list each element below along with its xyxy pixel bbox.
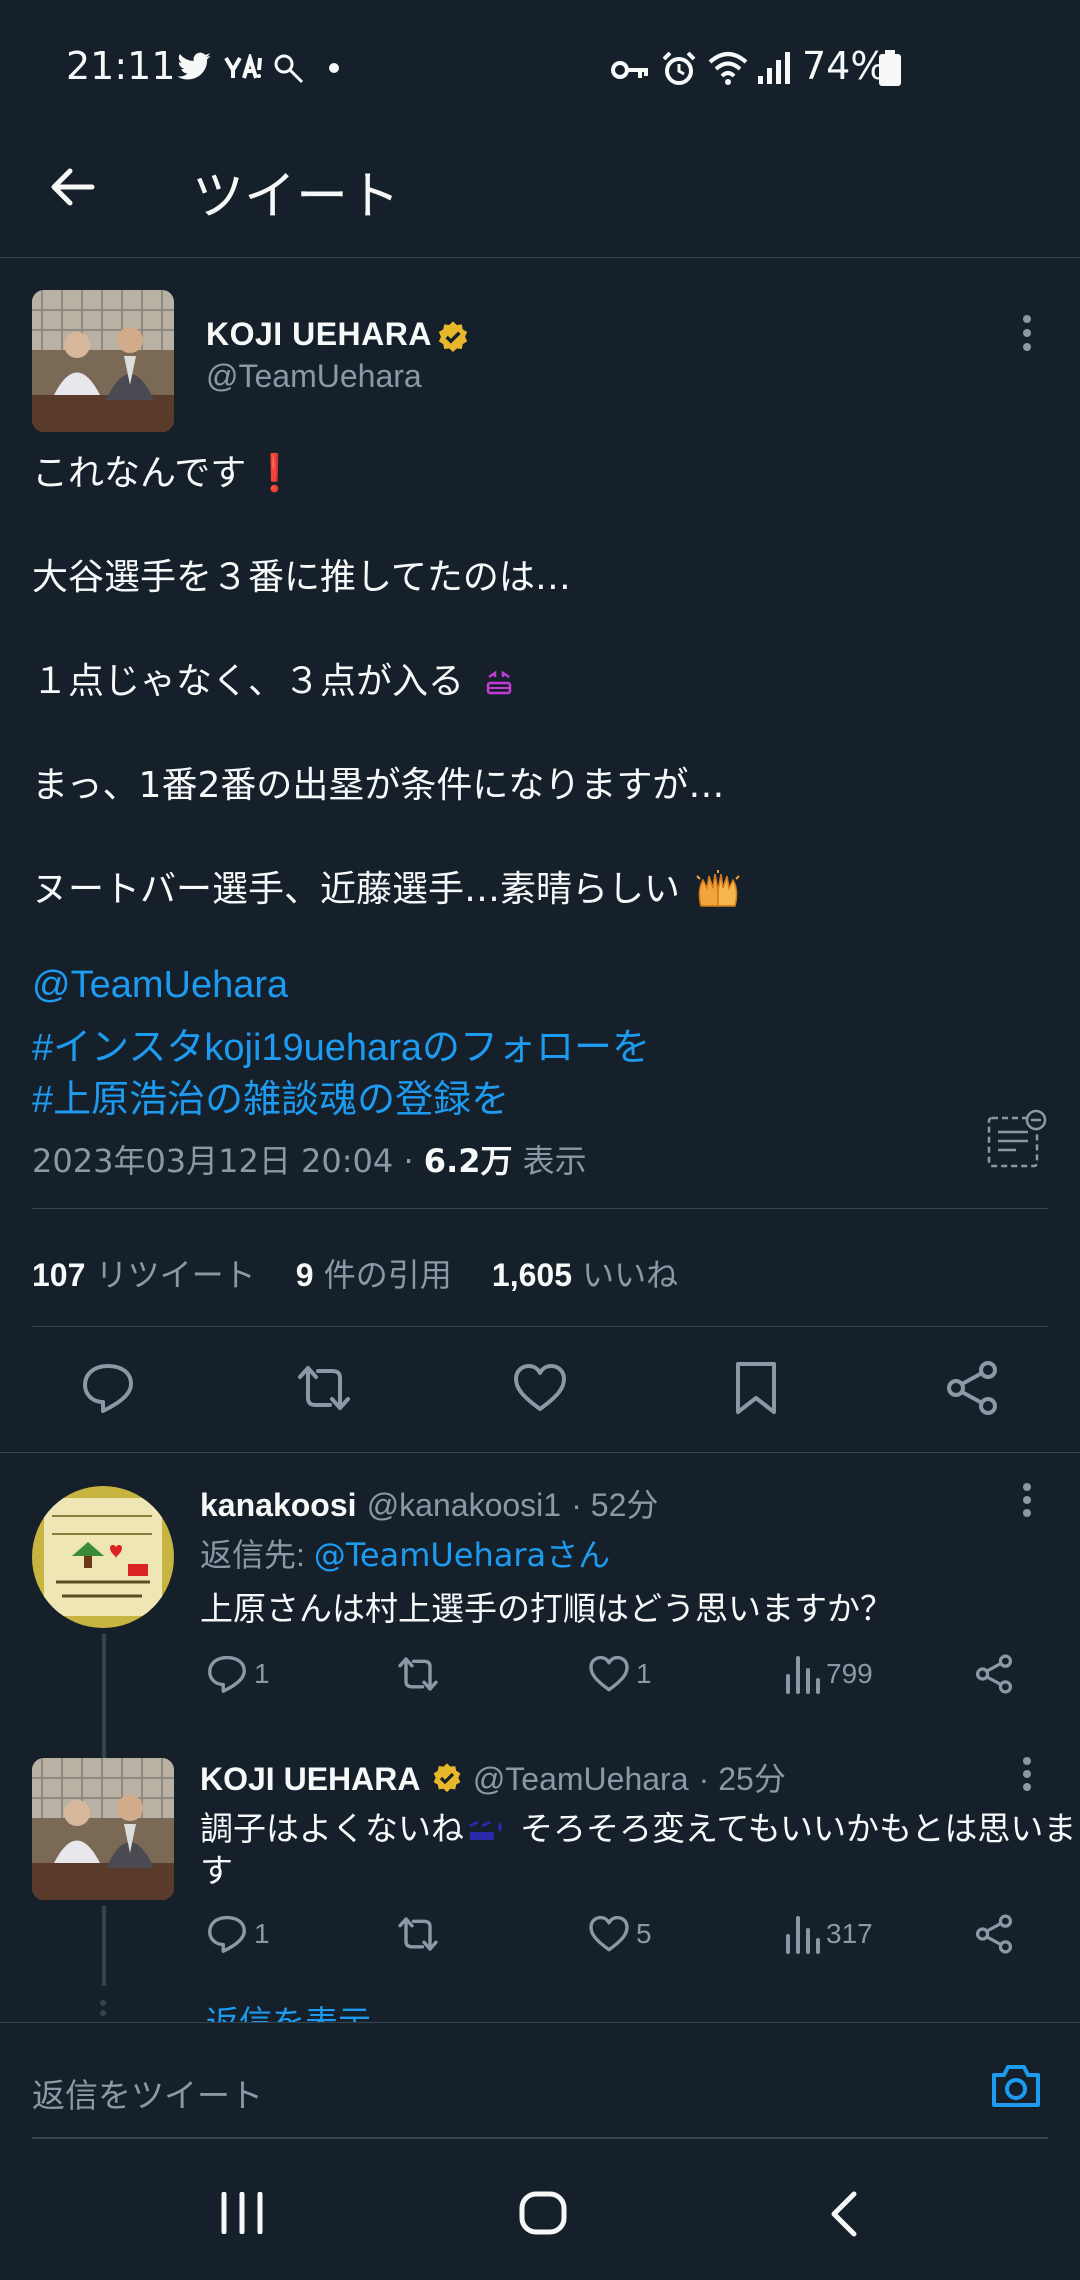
views-button[interactable]: 799 bbox=[784, 1652, 873, 1696]
retweets-count[interactable]: 107 bbox=[32, 1257, 85, 1293]
reply-time: · 52分 bbox=[571, 1487, 659, 1523]
reply-to-link[interactable]: @TeamUeharaさん bbox=[314, 1536, 610, 1574]
recent-apps-icon[interactable] bbox=[218, 2192, 266, 2234]
verified-badge-icon bbox=[433, 1763, 460, 1793]
thread-line bbox=[102, 1906, 106, 1986]
views-button[interactable]: 317 bbox=[784, 1912, 873, 1956]
grin-emoji-icon bbox=[487, 670, 512, 695]
hashtag-link[interactable]: #インスタkoji19ueharaのフォローを bbox=[32, 1016, 650, 1071]
system-back-icon[interactable] bbox=[826, 2190, 862, 2238]
reply-text: す bbox=[200, 1851, 233, 1890]
retweet-icon[interactable] bbox=[296, 1360, 352, 1416]
tweet-stats: 107 リツイート 9 件の引用 1,605 いいね bbox=[32, 1256, 679, 1294]
nfc-icon bbox=[274, 54, 304, 84]
reply-author-handle[interactable]: @kanakoosi1 bbox=[367, 1487, 561, 1523]
system-nav-bar bbox=[0, 2140, 1080, 2280]
clapping-hands-emoji-icon bbox=[696, 870, 741, 907]
views-icon bbox=[786, 1656, 820, 1694]
reply-header: kanakoosi @kanakoosi1 · 52分 bbox=[200, 1480, 658, 1526]
tweet-text-line: ヌートバー選手、近藤選手…素晴らしい bbox=[32, 860, 741, 912]
bookmark-icon[interactable] bbox=[728, 1360, 784, 1416]
app-header: ツイート bbox=[0, 120, 1080, 258]
reply-button[interactable]: 1 bbox=[206, 1912, 270, 1956]
divider bbox=[0, 1452, 1080, 1453]
camera-icon[interactable] bbox=[990, 2063, 1042, 2109]
like-icon[interactable] bbox=[512, 1360, 568, 1416]
reply-author-name[interactable]: KOJI UEHARA bbox=[200, 1761, 420, 1797]
translate-icon[interactable] bbox=[986, 1108, 1048, 1170]
author-handle[interactable]: @TeamUehara bbox=[206, 358, 422, 395]
reply-avatar[interactable] bbox=[32, 1486, 174, 1628]
status-bar: 21:11 74% bbox=[0, 0, 1080, 120]
retweet-button[interactable] bbox=[396, 1652, 440, 1696]
back-arrow-icon[interactable] bbox=[48, 162, 98, 212]
tweet-timestamp: 2023年03月12日 20:04 · 6.2万 表示 bbox=[32, 1142, 587, 1180]
like-icon bbox=[589, 1915, 629, 1952]
vpn-key-icon bbox=[611, 61, 648, 79]
tweet-text-line: 大谷選手を３番に推してたのは… bbox=[32, 557, 571, 598]
yahoo-icon bbox=[224, 54, 262, 79]
reply-author-handle[interactable]: @TeamUehara bbox=[473, 1761, 689, 1797]
retweet-icon bbox=[398, 1657, 438, 1691]
reply-icon[interactable] bbox=[80, 1360, 136, 1416]
reply-icon bbox=[208, 1655, 246, 1693]
alarm-icon bbox=[662, 51, 696, 85]
quotes-count[interactable]: 9 bbox=[296, 1257, 314, 1293]
reply-text: 調子はよくないね そろそろ変えてもいいかもとは思いま bbox=[200, 1809, 1077, 1848]
tweet-text-line: １点じゃなく、３点が入る bbox=[32, 652, 513, 704]
author-name[interactable]: KOJI UEHARA bbox=[206, 316, 432, 353]
more-icon[interactable] bbox=[1022, 1482, 1032, 1518]
dot-icon bbox=[329, 63, 339, 73]
divider bbox=[32, 1326, 1048, 1327]
reply-text: 上原さんは村上選手の打順はどう思いますか？ bbox=[200, 1589, 893, 1628]
sweat-emoji-icon bbox=[469, 1820, 502, 1840]
reply-button[interactable]: 1 bbox=[206, 1652, 270, 1696]
reply-to-line: 返信先: @TeamUeharaさん bbox=[200, 1536, 611, 1574]
verified-badge-icon bbox=[438, 321, 468, 353]
reply-input-placeholder[interactable]: 返信をツイート bbox=[32, 2069, 263, 2117]
share-icon[interactable] bbox=[944, 1360, 1000, 1416]
battery-icon bbox=[879, 50, 901, 86]
thread-dots-icon bbox=[100, 2000, 106, 2016]
share-icon[interactable] bbox=[974, 1654, 1014, 1694]
page-title: ツイート bbox=[192, 167, 401, 227]
tweet-text-line: まっ、1番2番の出塁が条件になりますが… bbox=[32, 765, 725, 806]
share-icon[interactable] bbox=[974, 1914, 1014, 1954]
reply-time: · 25分 bbox=[698, 1761, 786, 1797]
reply-icon bbox=[208, 1915, 246, 1953]
like-button[interactable]: 5 bbox=[588, 1912, 652, 1956]
views-count[interactable]: 6.2万 bbox=[424, 1142, 513, 1180]
likes-count[interactable]: 1,605 bbox=[492, 1257, 572, 1293]
twitter-icon bbox=[177, 52, 211, 80]
exclamation-emoji-icon: ❗ bbox=[252, 453, 298, 494]
author-avatar[interactable] bbox=[32, 290, 174, 432]
reply-composer[interactable]: 返信をツイート bbox=[0, 2022, 1080, 2140]
more-icon[interactable] bbox=[1022, 1756, 1032, 1792]
retweet-button[interactable] bbox=[396, 1912, 440, 1956]
views-icon bbox=[786, 1916, 820, 1954]
home-icon[interactable] bbox=[518, 2190, 568, 2236]
reply-header: KOJI UEHARA @TeamUehara · 25分 bbox=[200, 1754, 786, 1800]
reply-avatar[interactable] bbox=[32, 1758, 174, 1900]
retweet-icon bbox=[398, 1917, 438, 1951]
divider bbox=[32, 1208, 1048, 1209]
reply-author-name[interactable]: kanakoosi bbox=[200, 1487, 357, 1523]
battery-percent: 74% bbox=[802, 44, 887, 88]
composer-underline bbox=[32, 2137, 1048, 2139]
status-time: 21:11 bbox=[66, 44, 176, 88]
like-icon bbox=[589, 1655, 629, 1692]
hashtag-link[interactable]: #上原浩治の雑談魂の登録を bbox=[32, 1068, 509, 1123]
wifi-icon bbox=[708, 52, 748, 85]
like-button[interactable]: 1 bbox=[588, 1652, 652, 1696]
signal-icon bbox=[758, 52, 790, 84]
more-icon[interactable] bbox=[1022, 314, 1032, 352]
mention-link[interactable]: @TeamUehara bbox=[32, 964, 288, 1007]
tweet-text-line: これなんです ❗ bbox=[32, 453, 298, 494]
